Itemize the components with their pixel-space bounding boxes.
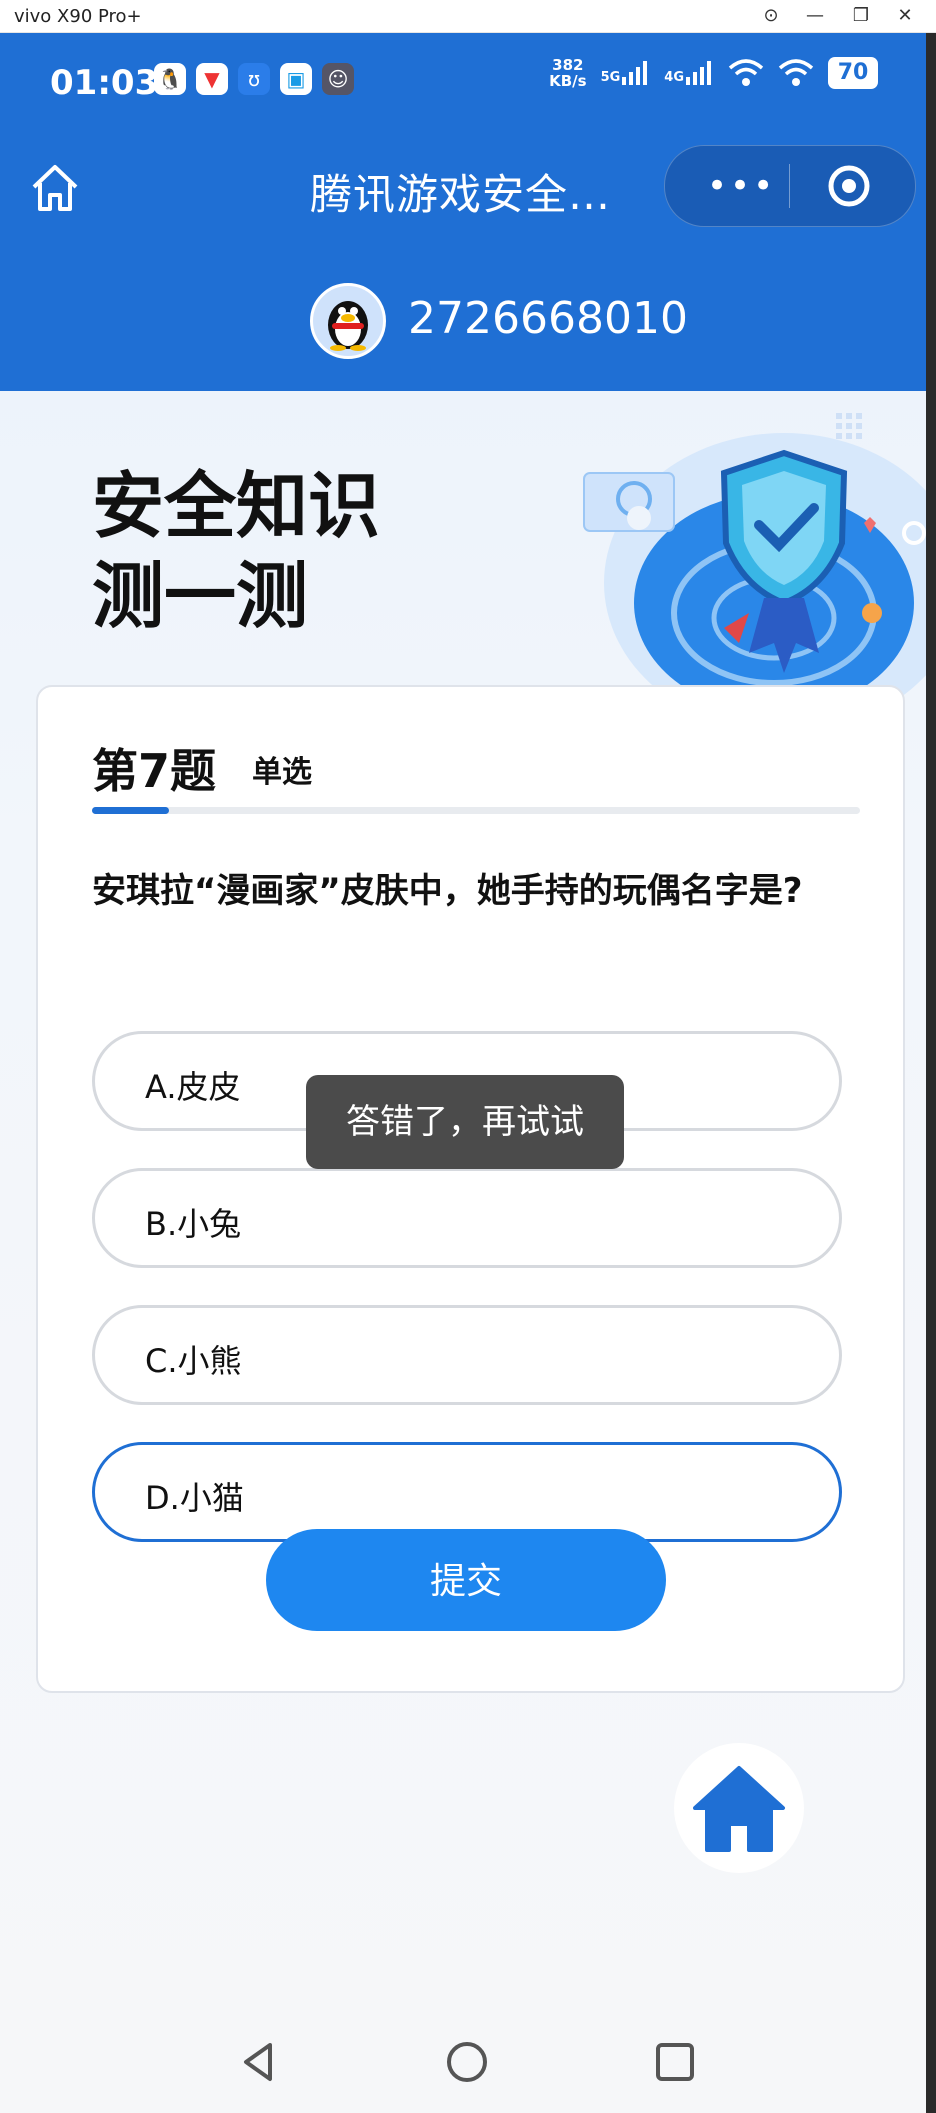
- error-toast: 答错了，再试试: [306, 1075, 624, 1169]
- sim2-signal: 4G: [664, 61, 714, 85]
- progress-bar: [92, 807, 860, 814]
- app-notification-icon: ▼: [196, 63, 228, 95]
- qq-penguin-icon: [328, 301, 368, 351]
- android-nav-bar: [0, 2023, 926, 2113]
- more-menu-button[interactable]: •••: [707, 166, 776, 206]
- status-indicators: 382 KB/s 5G 4G 70: [549, 57, 878, 89]
- option-d[interactable]: D.小猫: [92, 1442, 842, 1542]
- window-edge: [926, 33, 936, 2113]
- option-label: C.小熊: [145, 1342, 242, 1380]
- signal-bars-icon: [622, 61, 648, 85]
- wifi-icon: [778, 59, 814, 86]
- hero-title-line2: 测一测: [92, 554, 309, 638]
- recents-icon[interactable]: [650, 2037, 700, 2087]
- close-button[interactable]: ✕: [890, 4, 920, 28]
- close-miniapp-icon[interactable]: [827, 164, 871, 208]
- status-time: 01:03: [50, 63, 159, 103]
- hero-title: 安全知识 测一测: [92, 461, 380, 641]
- hero-title-line1: 安全知识: [92, 464, 381, 548]
- restore-button[interactable]: ❐: [846, 4, 876, 28]
- app-notification-icon: ▣: [280, 63, 312, 95]
- battery-indicator: 70: [828, 57, 878, 89]
- option-label: B.小兔: [145, 1205, 242, 1243]
- more-options-icon[interactable]: ⊙: [756, 4, 786, 28]
- qq-number: 2726668010: [408, 293, 688, 344]
- sim1-signal: 5G: [601, 61, 651, 85]
- question-text: 安琪拉“漫画家”皮肤中，她手持的玩偶名字是?: [92, 871, 803, 911]
- network-speed: 382 KB/s: [549, 57, 586, 89]
- wifi-calling-icon: [728, 59, 764, 86]
- network-speed-value: 382: [552, 56, 584, 74]
- signal-bars-icon: [686, 61, 711, 85]
- security-shield-illustration: [583, 413, 926, 723]
- status-app-icons: 🐧 ▼ ʊ ▣ ☺: [154, 63, 354, 95]
- option-label: D.小猫: [145, 1479, 244, 1517]
- progress-fill: [92, 807, 169, 814]
- app-notification-icon: ʊ: [238, 63, 270, 95]
- capsule-divider: [789, 164, 790, 208]
- miniapp-capsule: •••: [664, 145, 916, 227]
- option-b[interactable]: B.小兔: [92, 1168, 842, 1268]
- quiz-card: 第7题 单选 安琪拉“漫画家”皮肤中，她手持的玩偶名字是? A.皮皮 B.小兔 …: [36, 685, 905, 1693]
- window-titlebar: vivo X90 Pro+ ⊙ — ❐ ✕: [0, 0, 936, 33]
- app-window: vivo X90 Pro+ ⊙ — ❐ ✕ 01:03 🐧 ▼ ʊ ▣ ☺ 38…: [0, 0, 936, 2113]
- qq-app-icon: 🐧: [154, 63, 186, 95]
- minimize-button[interactable]: —: [800, 4, 830, 28]
- option-c[interactable]: C.小熊: [92, 1305, 842, 1405]
- submit-button[interactable]: 提交: [266, 1529, 666, 1631]
- floating-home-button[interactable]: [674, 1743, 804, 1873]
- back-icon[interactable]: [234, 2037, 284, 2087]
- header: 01:03 🐧 ▼ ʊ ▣ ☺ 382 KB/s 5G 4G 70 腾讯游戏安全…: [0, 33, 926, 391]
- avatar: [310, 283, 386, 359]
- question-number: 第7题: [92, 744, 217, 798]
- home-circle-icon[interactable]: [442, 2037, 492, 2087]
- app-notification-icon: ☺: [322, 63, 354, 95]
- window-title: vivo X90 Pro+: [14, 6, 142, 27]
- option-label: A.皮皮: [145, 1068, 241, 1106]
- home-icon: [693, 1766, 785, 1852]
- question-type: 单选: [252, 755, 312, 790]
- network-speed-unit: KB/s: [549, 72, 587, 90]
- home-icon[interactable]: [28, 161, 82, 215]
- page-title: 腾讯游戏安全…: [310, 170, 612, 219]
- phone-screen: 01:03 🐧 ▼ ʊ ▣ ☺ 382 KB/s 5G 4G 70 腾讯游戏安全…: [0, 33, 936, 2113]
